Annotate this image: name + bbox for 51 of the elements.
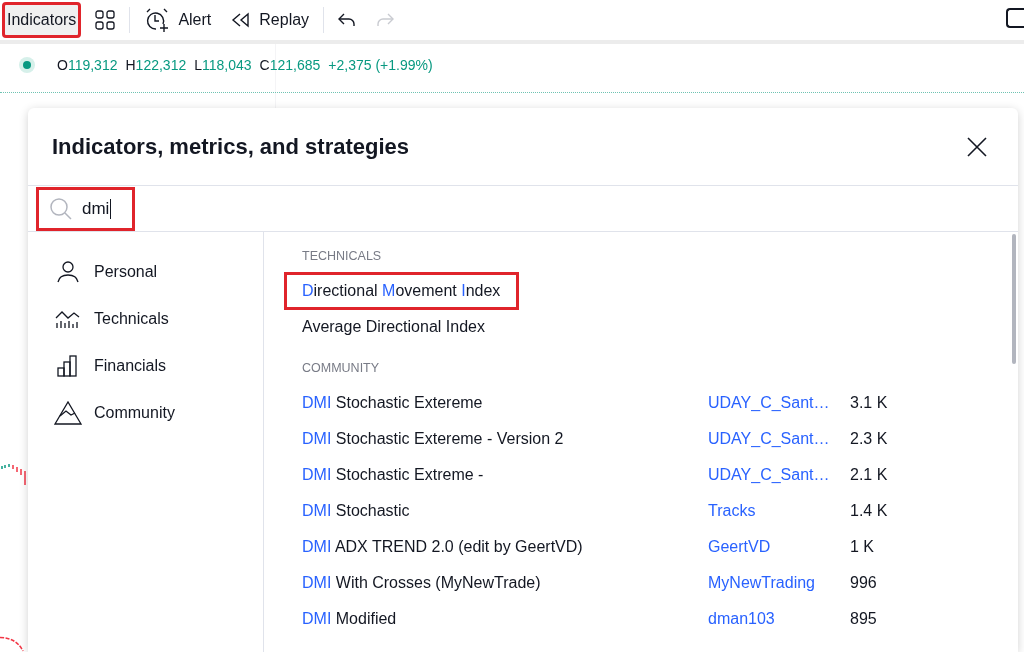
ohlc-value: L118,043 (194, 57, 252, 73)
indicator-name[interactable]: DMI Stochastic Extreme - (302, 459, 500, 491)
usage-count: 895 (850, 610, 878, 628)
scrollbar[interactable] (1012, 234, 1016, 364)
replay-button[interactable]: Replay (225, 2, 316, 38)
category-item[interactable]: Community (28, 389, 263, 436)
indicator-name[interactable]: Directional Movement Index (287, 275, 517, 307)
person-icon (57, 260, 79, 283)
usage-count: 1.4 K (850, 502, 889, 520)
author-link[interactable]: GeertVD (708, 538, 850, 556)
indicator-name[interactable]: DMI Modified (302, 603, 413, 635)
layout-grid-icon (95, 10, 116, 30)
indicator-name[interactable]: DMI Stochastic (302, 495, 426, 527)
usage-count: 996 (850, 574, 878, 592)
redo-icon (376, 13, 395, 27)
category-item[interactable]: Technicals (28, 295, 263, 342)
category-item[interactable]: Personal (28, 248, 263, 295)
usage-count: 1 K (850, 538, 875, 556)
price-change: +2,375 (+1.99%) (328, 57, 433, 73)
author-link[interactable]: UDAY_C_Sant… (708, 430, 850, 448)
usage-count: 3.1 K (850, 394, 889, 412)
bar-chart-icon (56, 354, 80, 377)
ohlc-value: H122,312 (125, 57, 187, 73)
dashed-arc-drawing (0, 636, 24, 652)
author-link[interactable]: MyNewTrading (708, 574, 850, 592)
search-icon (50, 197, 72, 220)
indicator-name[interactable]: DMI With Crosses (MyNewTrade) (302, 567, 557, 599)
alarm-clock-icon (144, 7, 171, 33)
section-heading: COMMUNITY (302, 360, 381, 377)
usage-count: 2.1 K (850, 466, 889, 484)
ohlc-value: C121,685 (259, 57, 321, 73)
indicator-name[interactable]: Average Directional Index (302, 311, 501, 343)
alert-button[interactable]: Alert (138, 2, 218, 38)
usage-count: 2.3 K (850, 430, 889, 448)
dialog-title: Indicators, metrics, and strategies (52, 133, 410, 160)
search-field[interactable]: dmi (36, 186, 135, 231)
rewind-icon (231, 12, 252, 28)
category-item[interactable]: Financials (28, 342, 263, 389)
indicator-name[interactable]: DMI ADX TREND 2.0 (edit by GeertVD) (302, 531, 599, 563)
author-link[interactable]: UDAY_C_Sant… (708, 394, 850, 412)
indicator-name[interactable]: DMI Stochastic Extereme (302, 387, 499, 419)
indicators-button[interactable]: Indicators (2, 2, 82, 38)
author-link[interactable]: UDAY_C_Sant… (708, 466, 850, 484)
author-link[interactable]: dman103 (708, 610, 850, 628)
indicator-name[interactable]: DMI Stochastic Extereme - Version 2 (302, 423, 580, 455)
author-link[interactable]: Tracks (708, 502, 850, 520)
status-dot-icon (19, 57, 35, 73)
ohlc-value: O119,312 (57, 57, 118, 73)
undo-icon (338, 13, 357, 27)
section-heading: TECHNICALS (302, 248, 383, 265)
mountain-icon (54, 400, 82, 425)
